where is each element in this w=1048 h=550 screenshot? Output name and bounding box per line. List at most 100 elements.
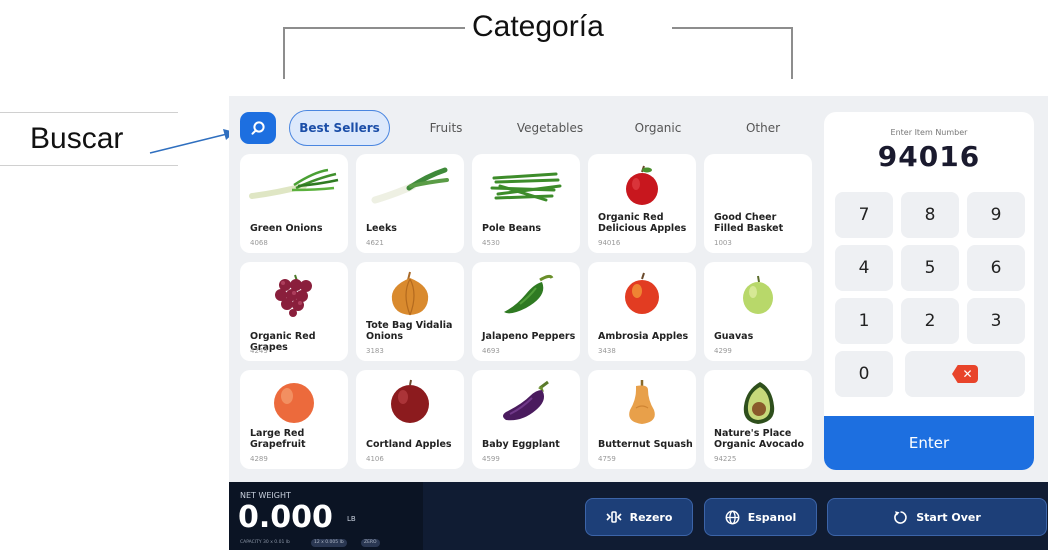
product-name: Nature's Place Organic Avocado xyxy=(714,428,805,450)
product-plu-code: 4693 xyxy=(482,347,500,355)
key-7[interactable]: 7 xyxy=(835,192,893,238)
cortland-apple-icon xyxy=(356,376,464,428)
scale-zero-chip: ZERO xyxy=(361,539,380,547)
butternut-squash-icon xyxy=(588,376,696,428)
product-card[interactable]: Nature's Place Organic Avocado 94225 xyxy=(704,370,812,469)
product-plu-code: 4289 xyxy=(250,455,268,463)
product-plu-code: 94016 xyxy=(598,239,621,247)
globe-icon xyxy=(725,510,740,525)
category-annotation-label: Categoría xyxy=(472,10,604,43)
product-card[interactable]: Good Cheer Filled Basket 1003 xyxy=(704,154,812,253)
product-card[interactable]: Organic Red Delicious Apples 94016 xyxy=(588,154,696,253)
start-over-button[interactable]: Start Over xyxy=(827,498,1047,536)
net-weight-value: 0.000 xyxy=(238,500,333,535)
product-plu-code: 94225 xyxy=(714,455,737,463)
tab-vegetables[interactable]: Vegetables xyxy=(510,110,590,146)
product-card[interactable]: Guavas 4299 xyxy=(704,262,812,361)
search-annotation-label: Buscar xyxy=(30,122,124,155)
product-plu-code: 4299 xyxy=(714,347,732,355)
weight-unit: LB xyxy=(347,515,356,523)
key-0[interactable]: 0 xyxy=(835,351,893,397)
avocado-icon xyxy=(704,376,812,428)
pole-beans-icon xyxy=(472,160,580,212)
product-plu-code: 4106 xyxy=(366,455,384,463)
espanol-button[interactable]: Espanol xyxy=(704,498,817,536)
key-6[interactable]: 6 xyxy=(967,245,1025,291)
keypad-title: Enter Item Number xyxy=(890,128,968,137)
product-name: Guavas xyxy=(714,331,754,342)
key-9[interactable]: 9 xyxy=(967,192,1025,238)
product-name: Good Cheer Filled Basket xyxy=(714,212,784,234)
start-over-label: Start Over xyxy=(916,510,981,524)
product-card[interactable]: Baby Eggplant 4599 xyxy=(472,370,580,469)
product-name: Ambrosia Apples xyxy=(598,331,689,342)
product-plu-code: 4068 xyxy=(250,239,268,247)
leeks-icon xyxy=(356,160,464,212)
key-8[interactable]: 8 xyxy=(901,192,959,238)
onion-icon xyxy=(356,268,464,320)
product-name: Jalapeno Peppers xyxy=(482,331,576,342)
red-grapes-icon xyxy=(240,268,348,320)
net-weight-label: NET WEIGHT xyxy=(240,491,291,500)
scale-increment-chip: 12 x 0.005 lb xyxy=(311,539,347,547)
product-plu-code: 3183 xyxy=(366,347,384,355)
backspace-key[interactable]: ✕ xyxy=(905,351,1025,397)
key-3[interactable]: 3 xyxy=(967,298,1025,344)
guava-icon xyxy=(704,268,812,320)
search-button[interactable] xyxy=(240,112,276,144)
enter-button[interactable]: Enter xyxy=(824,416,1034,470)
tab-other[interactable]: Other xyxy=(736,110,790,146)
product-plu-code: 4759 xyxy=(598,455,616,463)
key-5[interactable]: 5 xyxy=(901,245,959,291)
product-name: Tote Bag Vidalia Onions xyxy=(366,320,453,342)
espanol-label: Espanol xyxy=(747,510,797,524)
product-card[interactable]: Ambrosia Apples 3438 xyxy=(588,262,696,361)
kiosk-app: Best Sellers Fruits Vegetables Organic O… xyxy=(229,96,1048,550)
product-name: Cortland Apples xyxy=(366,439,452,450)
key-4[interactable]: 4 xyxy=(835,245,893,291)
product-name: Butternut Squash xyxy=(598,439,693,450)
tab-fruits[interactable]: Fruits xyxy=(416,110,476,146)
product-name: Green Onions xyxy=(250,223,323,234)
grapefruit-icon xyxy=(240,376,348,428)
restart-icon xyxy=(893,510,908,525)
tab-best-sellers[interactable]: Best Sellers xyxy=(289,110,390,146)
key-2[interactable]: 2 xyxy=(901,298,959,344)
product-card[interactable]: Green Onions 4068 xyxy=(240,154,348,253)
product-plu-code: 4530 xyxy=(482,239,500,247)
rezero-label: Rezero xyxy=(629,510,673,524)
footer-bar: NET WEIGHT 0.000 LB CAPACITY 30 x 0.01 l… xyxy=(229,482,1048,550)
product-plu-code: 1003 xyxy=(714,239,732,247)
product-name: Baby Eggplant xyxy=(482,439,560,450)
product-name: Leeks xyxy=(366,223,397,234)
product-name: Large Red Grapefruit xyxy=(250,428,306,450)
product-plu-code: 3438 xyxy=(598,347,616,355)
product-name: Organic Red Delicious Apples xyxy=(598,212,687,234)
product-card[interactable]: Jalapeno Peppers 4693 xyxy=(472,262,580,361)
product-card[interactable]: Leeks 4621 xyxy=(356,154,464,253)
product-card[interactable]: Pole Beans 4530 xyxy=(472,154,580,253)
tab-organic[interactable]: Organic xyxy=(626,110,690,146)
product-card[interactable]: Organic Red Grapes 4249 xyxy=(240,262,348,361)
rezero-button[interactable]: Rezero xyxy=(585,498,693,536)
red-apple-icon xyxy=(588,160,696,212)
net-weight-panel: NET WEIGHT 0.000 LB CAPACITY 30 x 0.01 l… xyxy=(229,482,423,550)
product-card[interactable]: Butternut Squash 4759 xyxy=(588,370,696,469)
scale-capacity: CAPACITY 30 x 0.01 lb xyxy=(240,540,290,545)
ambrosia-apple-icon xyxy=(588,268,696,320)
product-card[interactable]: Tote Bag Vidalia Onions 3183 xyxy=(356,262,464,361)
scale-rezero-icon xyxy=(606,511,622,523)
green-onions-icon xyxy=(240,160,348,212)
product-card[interactable]: Large Red Grapefruit 4289 xyxy=(240,370,348,469)
item-number-display: 94016 xyxy=(877,140,981,173)
jalapeno-icon xyxy=(472,268,580,320)
product-plu-code: 4249 xyxy=(250,347,268,355)
category-bar: Best Sellers Fruits Vegetables Organic O… xyxy=(229,96,819,154)
search-icon xyxy=(251,121,265,135)
item-number-keypad: Enter Item Number 94016 7 8 9 4 5 6 1 2 … xyxy=(824,112,1034,470)
product-plu-code: 4599 xyxy=(482,455,500,463)
key-1[interactable]: 1 xyxy=(835,298,893,344)
product-name: Pole Beans xyxy=(482,223,542,234)
product-plu-code: 4621 xyxy=(366,239,384,247)
product-card[interactable]: Cortland Apples 4106 xyxy=(356,370,464,469)
